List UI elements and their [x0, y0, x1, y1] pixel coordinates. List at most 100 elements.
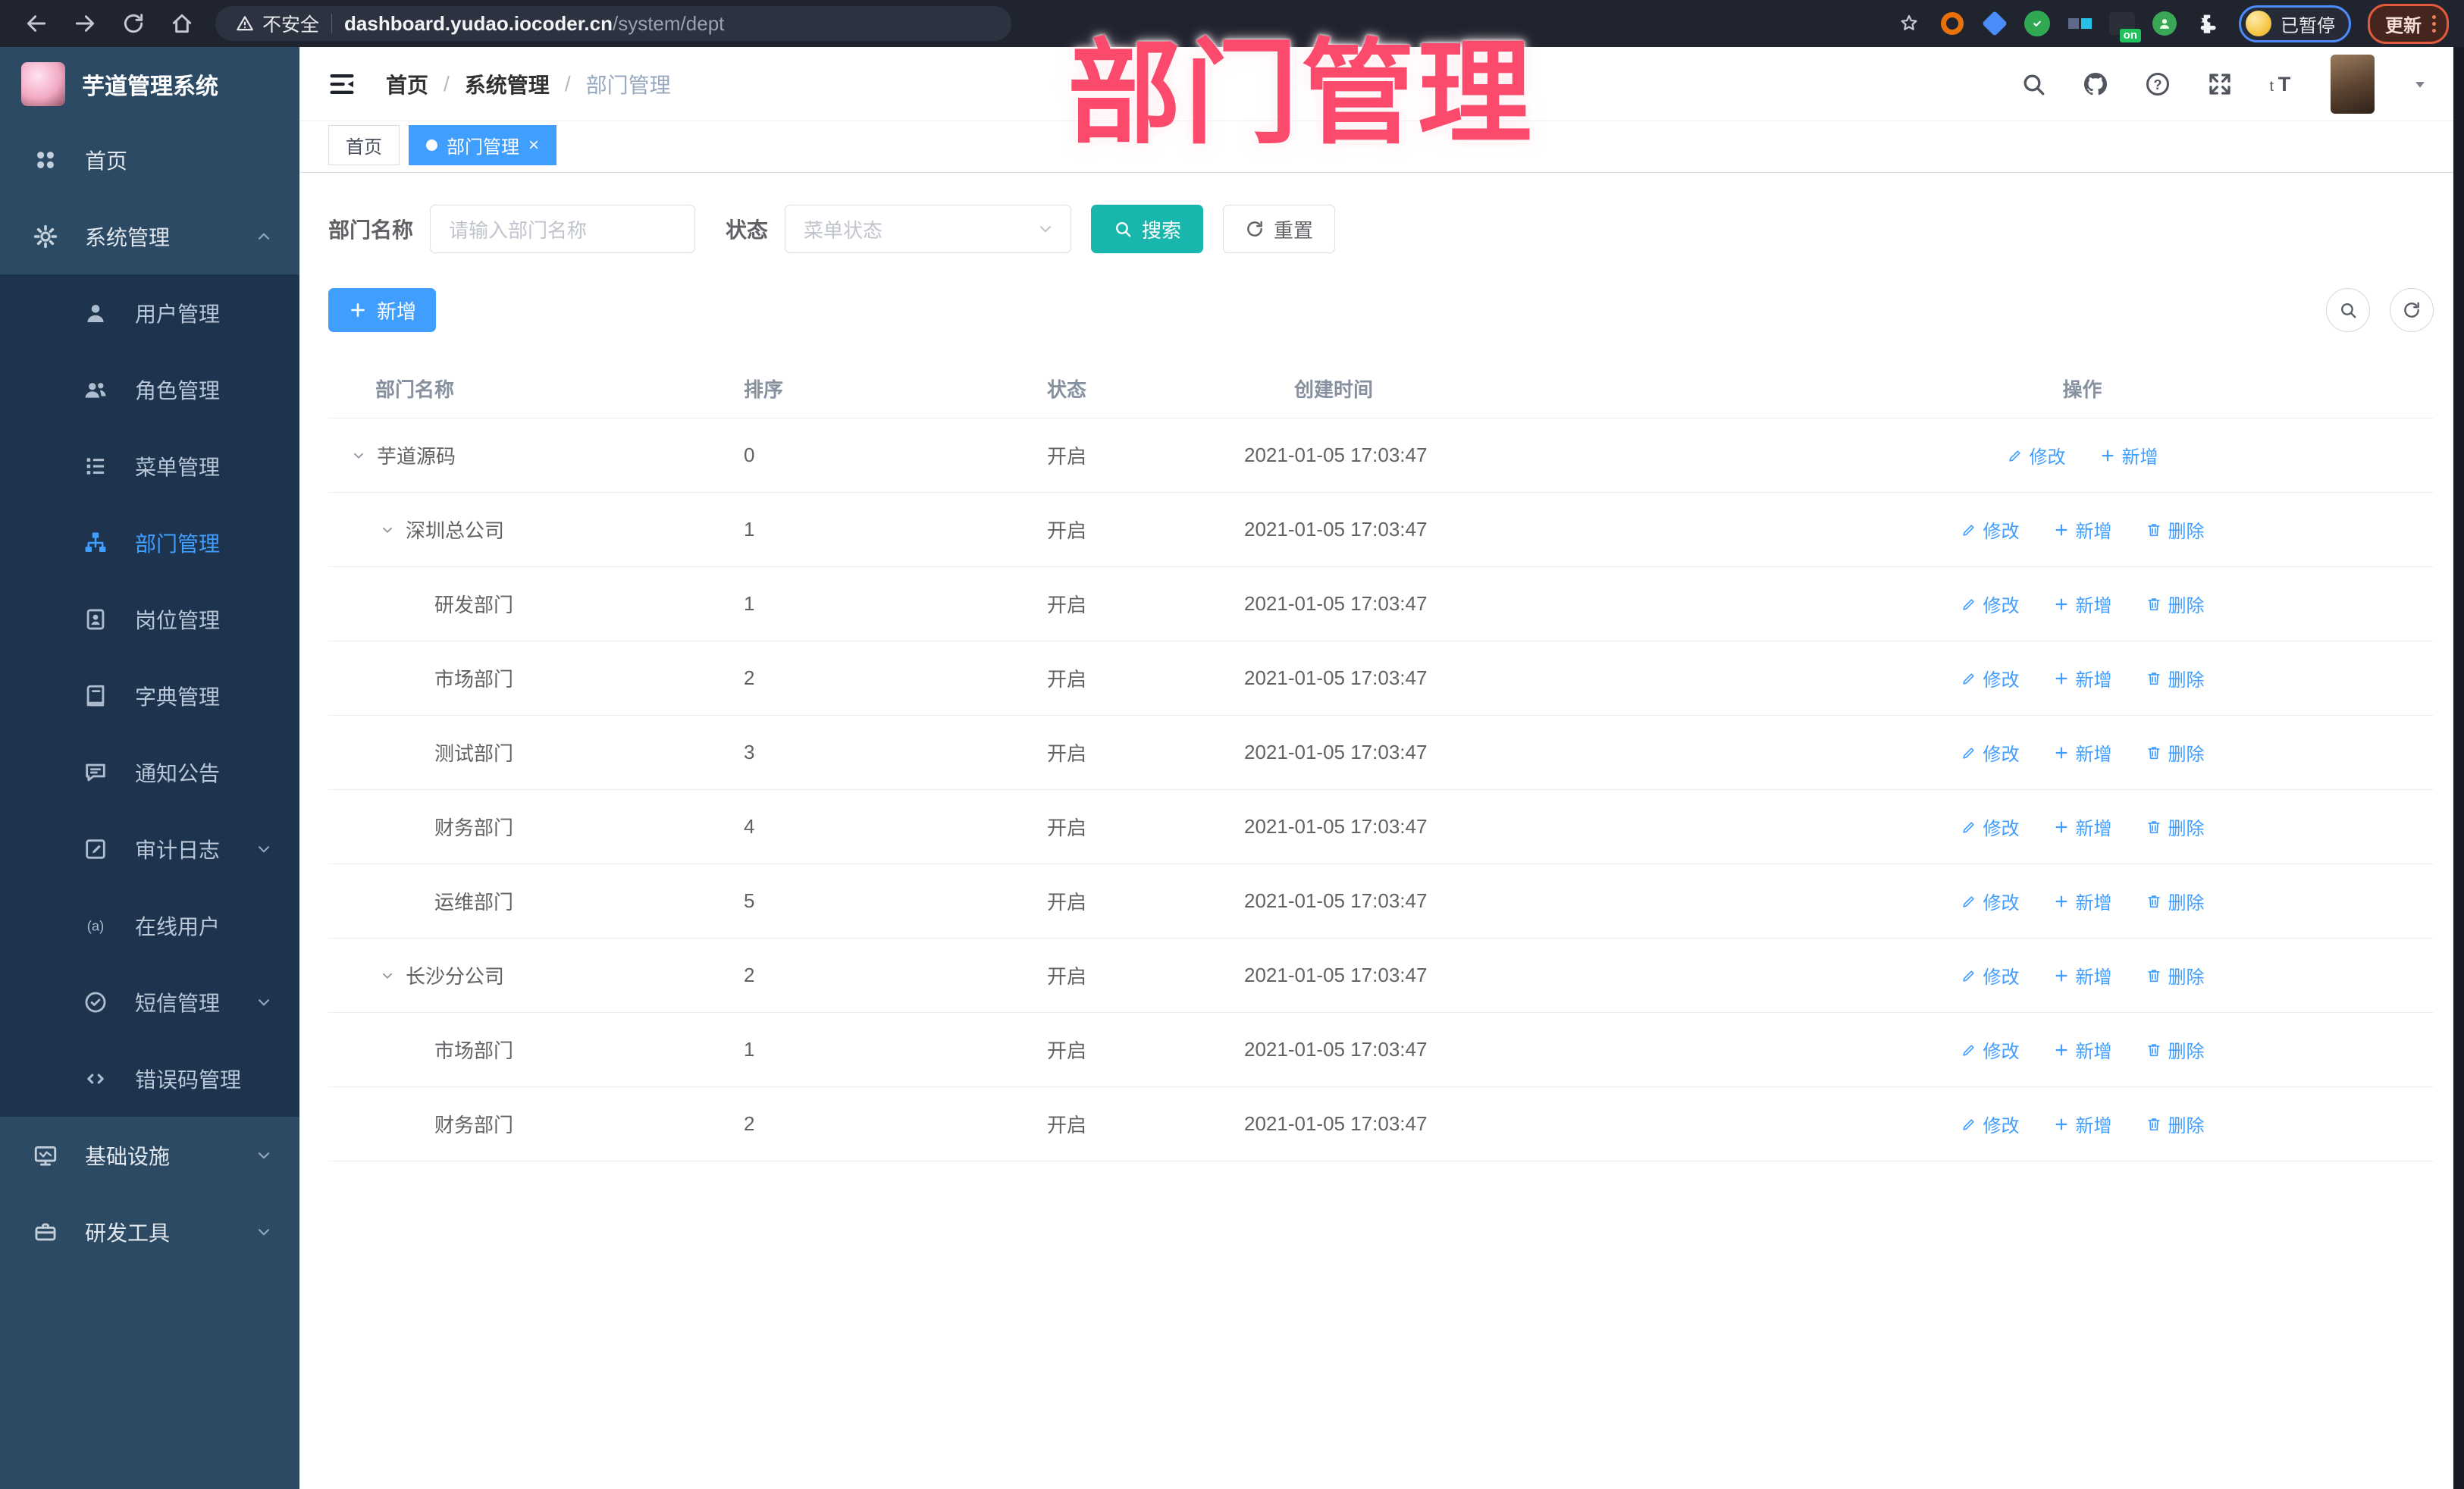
- tampermonkey-extension-icon[interactable]: on: [2107, 8, 2141, 42]
- add-action[interactable]: 新增: [2053, 888, 2112, 914]
- sidebar-item-book[interactable]: 字典管理: [0, 657, 299, 734]
- edit-action[interactable]: 修改: [1961, 739, 2020, 766]
- sidebar-item-announcement[interactable]: 通知公告: [0, 734, 299, 810]
- user-avatar[interactable]: [2331, 54, 2375, 114]
- browser-menu-icon[interactable]: [2432, 14, 2436, 33]
- sidebar-item-sms[interactable]: 短信管理: [0, 964, 299, 1040]
- sidebar-item-badge[interactable]: 岗位管理: [0, 581, 299, 657]
- table-row[interactable]: 研发部门 1 开启 2021-01-05 17:03:47 修改 新增 删除: [328, 567, 2434, 641]
- cubes-extension-icon[interactable]: [2064, 8, 2095, 39]
- person-extension-icon[interactable]: [2149, 8, 2180, 39]
- sidebar-item-menu-list[interactable]: 菜单管理: [0, 428, 299, 504]
- add-action[interactable]: 新增: [2053, 1111, 2112, 1137]
- sidebar-item-toolbox[interactable]: 研发工具: [0, 1193, 299, 1270]
- hamburger-icon[interactable]: [327, 69, 357, 99]
- edit-action[interactable]: 修改: [1961, 1036, 2020, 1063]
- expand-arrow-icon[interactable]: [378, 967, 397, 984]
- edit-action[interactable]: 修改: [1961, 591, 2020, 617]
- edit-action[interactable]: 修改: [1961, 813, 2020, 840]
- delete-action[interactable]: 删除: [2146, 591, 2205, 617]
- app-logo-row[interactable]: 芋道管理系统: [0, 47, 299, 121]
- delete-action[interactable]: 删除: [2146, 739, 2205, 766]
- sidebar-item-org-tree[interactable]: 部门管理: [0, 504, 299, 581]
- gear-extension-icon[interactable]: [1937, 8, 1967, 39]
- tab[interactable]: 首页: [328, 125, 400, 165]
- tab[interactable]: 部门管理 ×: [409, 125, 557, 165]
- forward-icon[interactable]: [64, 6, 106, 41]
- table-row[interactable]: 财务部门 2 开启 2021-01-05 17:03:47 修改 新增 删除: [328, 1087, 2434, 1161]
- table-row[interactable]: 市场部门 2 开启 2021-01-05 17:03:47 修改 新增 删除: [328, 641, 2434, 716]
- breadcrumb-item[interactable]: 系统管理: [465, 69, 550, 99]
- sidebar-item-user[interactable]: 用户管理: [0, 274, 299, 351]
- gem-extension-icon[interactable]: [1980, 8, 2010, 39]
- puzzle-extension-icon[interactable]: [2192, 8, 2222, 39]
- add-action[interactable]: 新增: [2053, 813, 2112, 840]
- add-action[interactable]: 新增: [2053, 516, 2112, 543]
- sidebar-item-online-user[interactable]: (a) 在线用户: [0, 887, 299, 964]
- check-extension-icon[interactable]: [2022, 8, 2052, 39]
- table-row[interactable]: 财务部门 4 开启 2021-01-05 17:03:47 修改 新增 删除: [328, 790, 2434, 864]
- edit-action[interactable]: 修改: [1961, 888, 2020, 914]
- dept-name-input[interactable]: 请输入部门名称: [430, 205, 696, 253]
- fullscreen-icon[interactable]: [2206, 71, 2234, 98]
- font-size-icon[interactable]: tT: [2268, 71, 2296, 98]
- table-row[interactable]: 市场部门 1 开启 2021-01-05 17:03:47 修改 新增 删除: [328, 1013, 2434, 1087]
- edit-action[interactable]: 修改: [1961, 665, 2020, 691]
- refresh-table-button[interactable]: [2390, 288, 2434, 332]
- status-select[interactable]: 菜单状态: [785, 205, 1072, 253]
- delete-action[interactable]: 删除: [2146, 1036, 2205, 1063]
- sort-cell: 2: [744, 666, 755, 689]
- delete-action[interactable]: 删除: [2146, 813, 2205, 840]
- delete-action[interactable]: 删除: [2146, 1111, 2205, 1137]
- add-button[interactable]: 新增: [328, 288, 437, 332]
- refresh-icon: [1245, 219, 1265, 239]
- not-secure-label[interactable]: 不安全: [235, 10, 319, 37]
- sidebar-item-audit-log[interactable]: 审计日志: [0, 810, 299, 887]
- back-icon[interactable]: [15, 6, 58, 41]
- delete-action[interactable]: 删除: [2146, 665, 2205, 691]
- reset-button[interactable]: 重置: [1223, 205, 1336, 253]
- add-action[interactable]: 新增: [2053, 962, 2112, 989]
- home-icon[interactable]: [161, 6, 203, 41]
- table-row[interactable]: 长沙分公司 2 开启 2021-01-05 17:03:47 修改 新增 删除: [328, 939, 2434, 1013]
- edit-action[interactable]: 修改: [1961, 1111, 2020, 1137]
- toggle-search-button[interactable]: [2326, 288, 2370, 332]
- expand-arrow-icon[interactable]: [378, 522, 397, 538]
- table-row[interactable]: 测试部门 3 开启 2021-01-05 17:03:47 修改 新增 删除: [328, 716, 2434, 790]
- browser-update-button[interactable]: 更新: [2368, 3, 2449, 44]
- add-action[interactable]: 新增: [2053, 1036, 2112, 1063]
- delete-action[interactable]: 删除: [2146, 516, 2205, 543]
- add-action[interactable]: 新增: [2053, 739, 2112, 766]
- sidebar-item-gear[interactable]: 系统管理: [0, 198, 299, 274]
- sidebar-item-dashboard[interactable]: 首页: [0, 121, 299, 198]
- add-action[interactable]: 新增: [2099, 442, 2158, 469]
- github-icon[interactable]: [2082, 71, 2109, 98]
- caret-down-icon[interactable]: [2409, 74, 2431, 95]
- created-cell: 2021-01-05 17:03:47: [1244, 592, 1428, 615]
- window-scrollbar[interactable]: [2453, 47, 2464, 1489]
- table-row[interactable]: 深圳总公司 1 开启 2021-01-05 17:03:47 修改 新增 删除: [328, 493, 2434, 567]
- delete-action[interactable]: 删除: [2146, 962, 2205, 989]
- breadcrumb-item[interactable]: 首页: [386, 69, 428, 99]
- table-row[interactable]: 芋道源码 0 开启 2021-01-05 17:03:47 修改 新增: [328, 418, 2434, 493]
- sidebar-item-monitor[interactable]: 基础设施: [0, 1117, 299, 1193]
- delete-action[interactable]: 删除: [2146, 888, 2205, 914]
- close-icon[interactable]: ×: [528, 136, 539, 155]
- table-row[interactable]: 运维部门 5 开启 2021-01-05 17:03:47 修改 新增 删除: [328, 864, 2434, 939]
- edit-action[interactable]: 修改: [1961, 962, 2020, 989]
- code-icon: [82, 1066, 109, 1092]
- add-action[interactable]: 新增: [2053, 665, 2112, 691]
- expand-arrow-icon[interactable]: [350, 447, 368, 464]
- edit-action[interactable]: 修改: [2007, 442, 2066, 469]
- sidebar-item-users[interactable]: 角色管理: [0, 351, 299, 428]
- search-button[interactable]: 搜索: [1091, 205, 1204, 253]
- sidebar-item-code[interactable]: 错误码管理: [0, 1040, 299, 1117]
- profile-paused-chip[interactable]: 已暂停: [2239, 5, 2351, 42]
- bookmark-star-icon[interactable]: [1898, 12, 1920, 35]
- edit-action[interactable]: 修改: [1961, 516, 2020, 543]
- help-icon[interactable]: ?: [2144, 71, 2171, 98]
- reload-icon[interactable]: [112, 6, 155, 41]
- search-icon[interactable]: [2020, 71, 2047, 98]
- add-action[interactable]: 新增: [2053, 591, 2112, 617]
- address-bar[interactable]: 不安全 dashboard.yudao.iocoder.cn/system/de…: [215, 6, 1011, 41]
